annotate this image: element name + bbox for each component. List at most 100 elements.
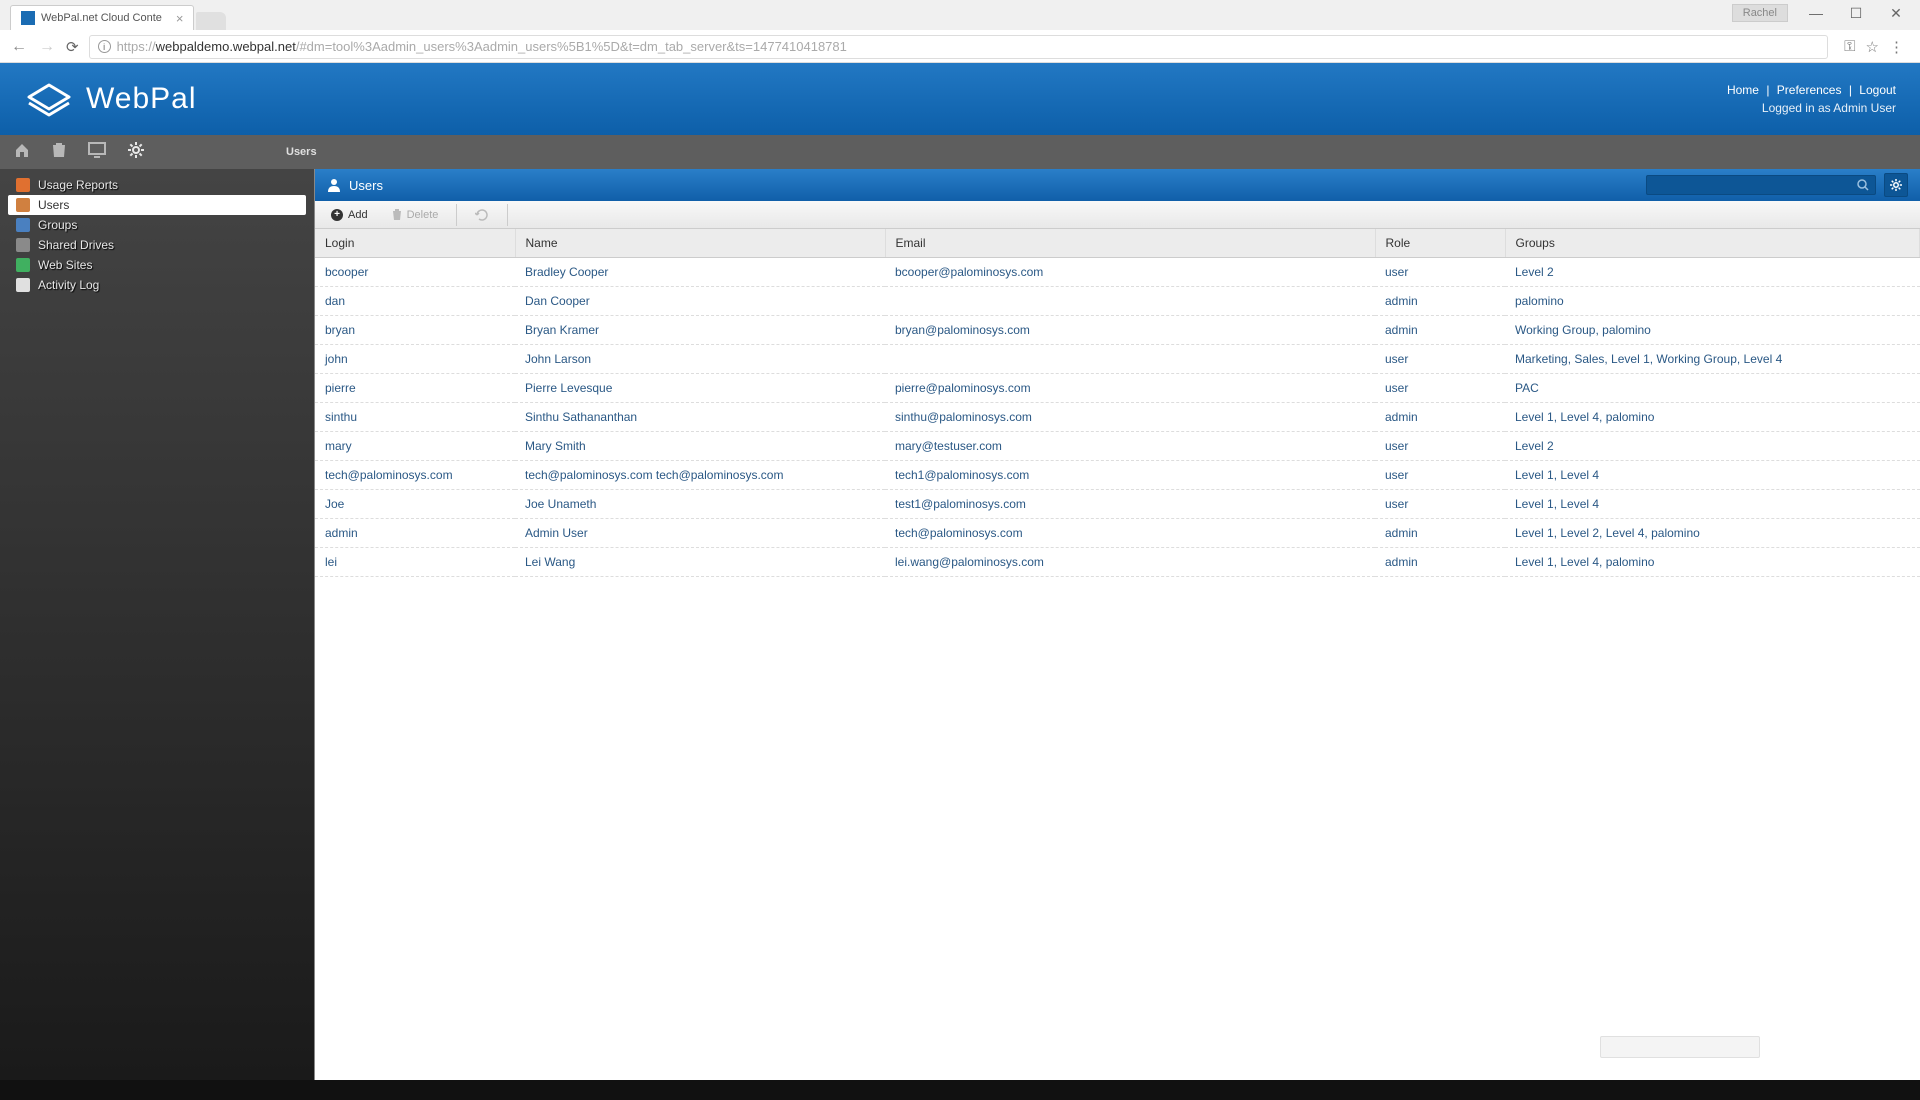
cell-login: mary [315,432,515,461]
trash-icon[interactable] [52,142,66,163]
search-input[interactable] [1646,175,1876,195]
sidebar-item-label: Groups [38,218,77,232]
floating-widget[interactable] [1600,1036,1760,1058]
key-icon[interactable]: ⚿ [1844,38,1855,56]
table-row[interactable]: JoeJoe Unamethtest1@palominosys.comuserL… [315,490,1920,519]
header-links: Home | Preferences | Logout [1727,83,1896,97]
refresh-icon [475,209,489,221]
sidebar-icon [16,218,30,232]
table-row[interactable]: bryanBryan Kramerbryan@palominosys.comad… [315,316,1920,345]
preferences-link[interactable]: Preferences [1777,83,1842,97]
cell-name: Bryan Kramer [515,316,885,345]
cell-login: pierre [315,374,515,403]
sidebar-item-shared-drives[interactable]: Shared Drives [8,235,306,255]
minimize-icon[interactable]: — [1804,5,1828,21]
refresh-button[interactable] [469,206,495,224]
cell-login: Joe [315,490,515,519]
cell-groups: Level 2 [1505,258,1920,287]
panel-header: Users [315,169,1920,201]
table-row[interactable]: danDan Cooperadminpalomino [315,287,1920,316]
cell-login: lei [315,548,515,577]
browser-chrome: WebPal.net Cloud Conte × Rachel — ☐ ✕ ← … [0,0,1920,63]
star-icon[interactable]: ☆ [1866,38,1879,56]
monitor-icon[interactable] [88,142,106,163]
app-logo[interactable]: WebPal [24,77,197,121]
table-row[interactable]: tech@palominosys.comtech@palominosys.com… [315,461,1920,490]
sidebar-item-label: Web Sites [38,258,92,272]
col-name[interactable]: Name [515,229,885,258]
logout-link[interactable]: Logout [1859,83,1896,97]
cell-name: Dan Cooper [515,287,885,316]
sidebar-item-usage-reports[interactable]: Usage Reports [8,175,306,195]
sidebar-item-web-sites[interactable]: Web Sites [8,255,306,275]
home-link[interactable]: Home [1727,83,1759,97]
table-row[interactable]: pierrePierre Levesquepierre@palominosys.… [315,374,1920,403]
sidebar-icon [16,238,30,252]
cell-role: admin [1375,403,1505,432]
new-tab-button[interactable] [196,12,226,30]
table-row[interactable]: sinthuSinthu Sathananthansinthu@palomino… [315,403,1920,432]
col-groups[interactable]: Groups [1505,229,1920,258]
cell-name: John Larson [515,345,885,374]
cell-groups: Marketing, Sales, Level 1, Working Group… [1505,345,1920,374]
gear-icon [1890,179,1902,191]
col-login[interactable]: Login [315,229,515,258]
users-table: Login Name Email Role Groups bcooperBrad… [315,229,1920,577]
sidebar-item-activity-log[interactable]: Activity Log [8,275,306,295]
sidebar-item-users[interactable]: Users [8,195,306,215]
table-row[interactable]: maryMary Smithmary@testuser.comuserLevel… [315,432,1920,461]
trash-icon [392,209,402,221]
header-right: Home | Preferences | Logout Logged in as… [1727,83,1896,115]
profile-badge[interactable]: Rachel [1732,4,1788,22]
menu-icon[interactable]: ⋮ [1889,38,1904,56]
cell-role: user [1375,374,1505,403]
col-role[interactable]: Role [1375,229,1505,258]
table-row[interactable]: leiLei Wanglei.wang@palominosys.comadmin… [315,548,1920,577]
forward-icon[interactable]: → [38,38,56,56]
maximize-icon[interactable]: ☐ [1844,5,1868,22]
cell-groups: Level 2 [1505,432,1920,461]
col-email[interactable]: Email [885,229,1375,258]
home-icon[interactable] [14,142,30,163]
table-row[interactable]: bcooperBradley Cooperbcooper@palominosys… [315,258,1920,287]
site-info-icon[interactable]: i [98,40,111,53]
cell-login: sinthu [315,403,515,432]
cell-login: john [315,345,515,374]
cell-role: user [1375,461,1505,490]
sidebar: Usage Reports Users Groups Shared Drives Web… [0,169,314,1080]
panel-title: Users [349,178,383,193]
cell-role: user [1375,432,1505,461]
sidebar-item-label: Usage Reports [38,178,118,192]
cell-email: lei.wang@palominosys.com [885,548,1375,577]
sidebar-icon [16,198,30,212]
cell-name: Lei Wang [515,548,885,577]
sidebar-item-groups[interactable]: Groups [8,215,306,235]
cell-email: mary@testuser.com [885,432,1375,461]
users-table-wrap: Login Name Email Role Groups bcooperBrad… [315,229,1920,1080]
search-icon [1857,179,1869,191]
sidebar-icon [16,258,30,272]
cell-email: tech1@palominosys.com [885,461,1375,490]
back-icon[interactable]: ← [10,38,28,56]
cell-login: bryan [315,316,515,345]
url-bar[interactable]: i https://webpaldemo.webpal.net/#dm=tool… [89,35,1829,59]
cell-groups: Level 1, Level 4 [1505,461,1920,490]
delete-button[interactable]: Delete [386,206,445,224]
cell-name: Bradley Cooper [515,258,885,287]
gear-icon[interactable] [128,142,144,163]
reload-icon[interactable]: ⟳ [66,38,79,56]
panel-settings-button[interactable] [1884,173,1908,197]
tab-close-icon[interactable]: × [176,11,184,26]
breadcrumb: Users [286,146,317,158]
sidebar-icon [16,278,30,292]
table-row[interactable]: johnJohn LarsonuserMarketing, Sales, Lev… [315,345,1920,374]
table-row[interactable]: adminAdmin Usertech@palominosys.comadmin… [315,519,1920,548]
main-area: Usage Reports Users Groups Shared Drives Web… [0,169,1920,1080]
plus-icon: + [331,209,343,221]
add-button[interactable]: + Add [325,206,374,224]
cell-name: Mary Smith [515,432,885,461]
address-bar-icons: ⚿ ☆ ⋮ [1838,38,1910,56]
close-window-icon[interactable]: ✕ [1884,5,1908,22]
cell-name: Pierre Levesque [515,374,885,403]
browser-tab[interactable]: WebPal.net Cloud Conte × [10,5,194,30]
